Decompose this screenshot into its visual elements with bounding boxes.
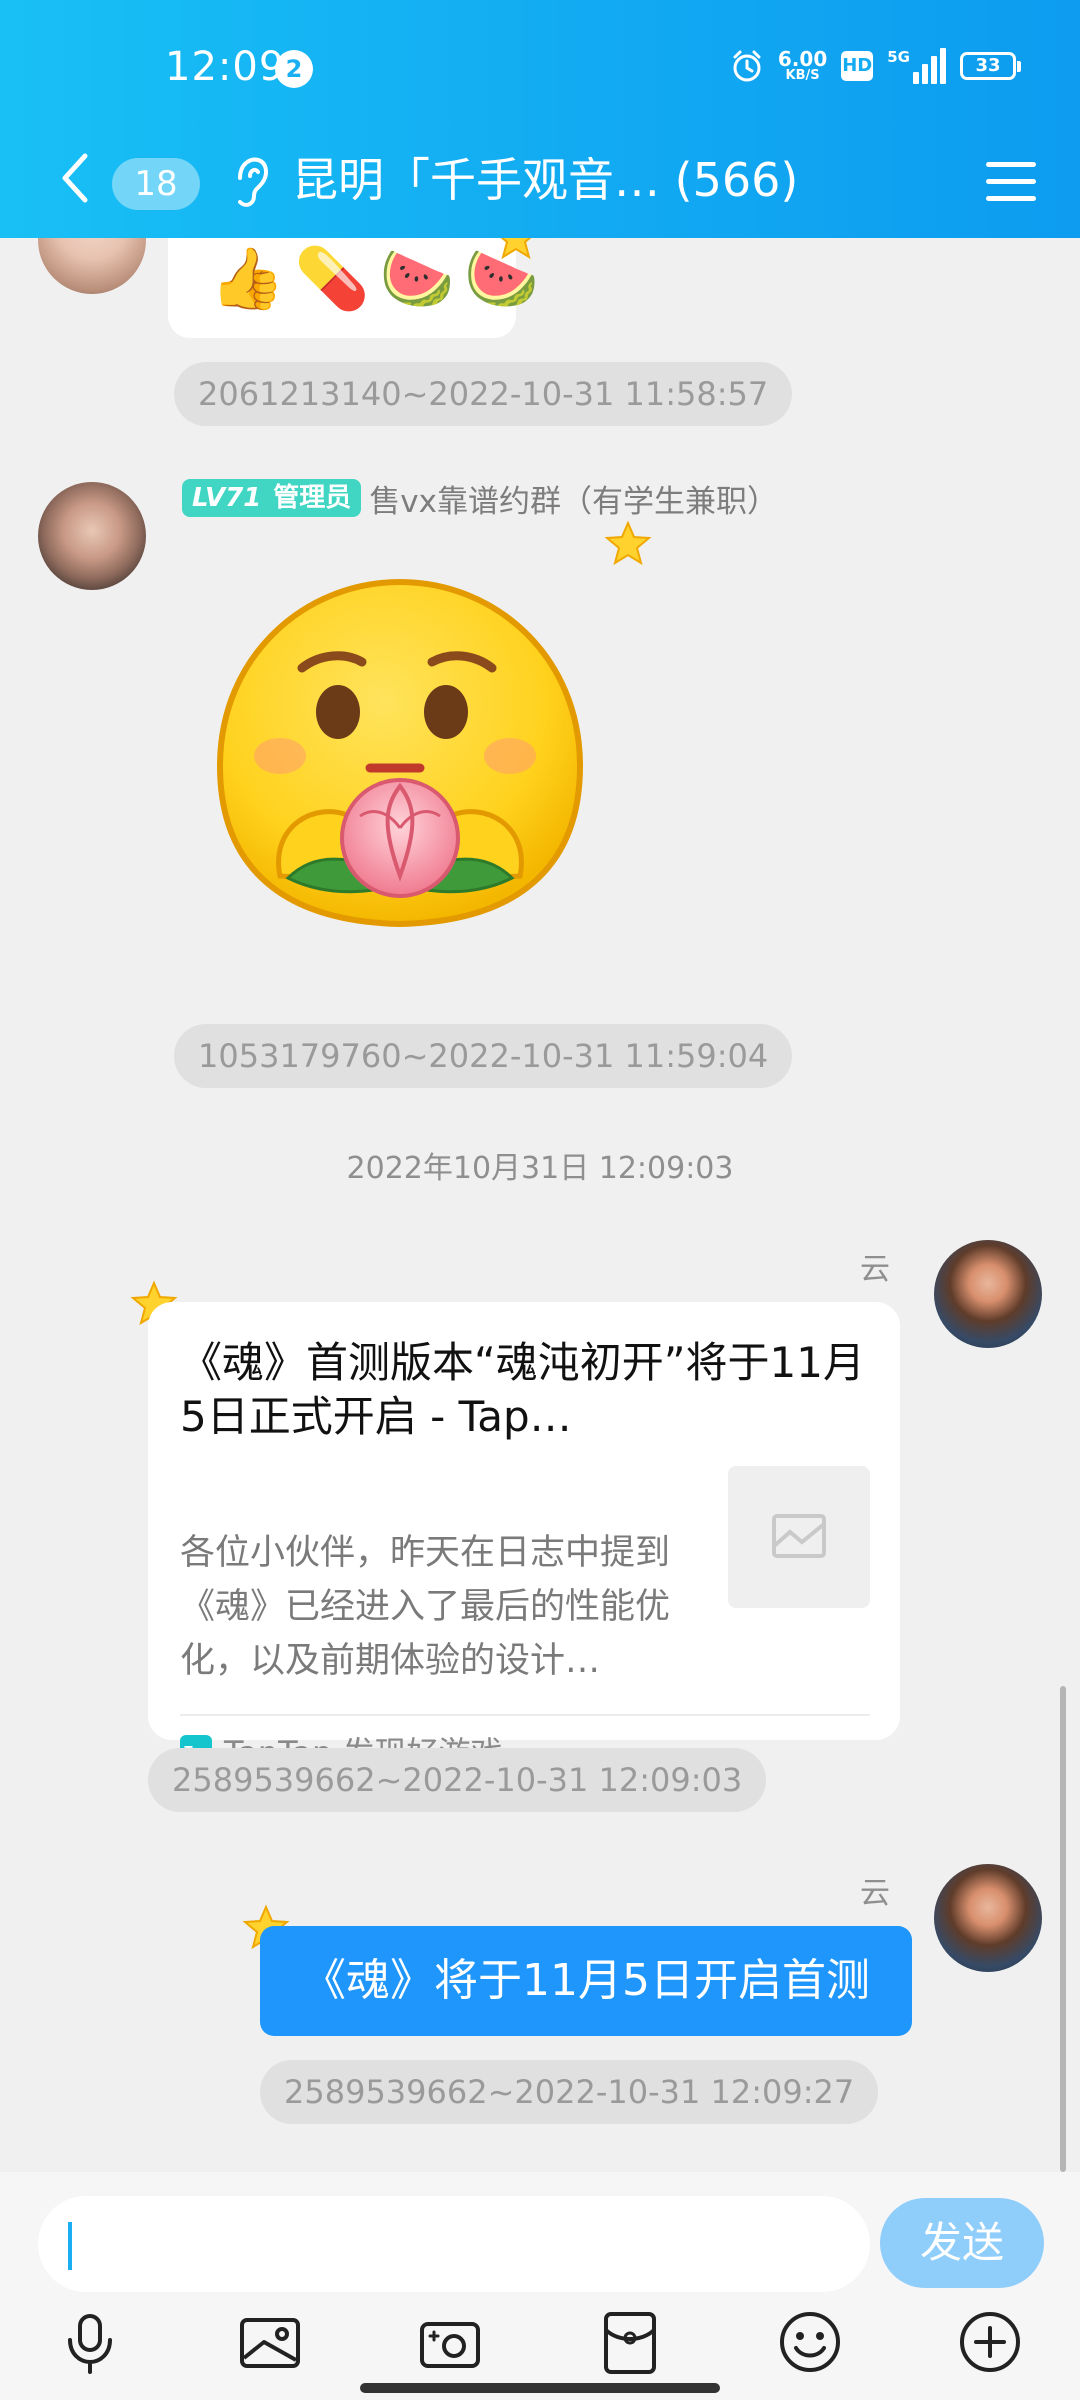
sender-info: LV71 管理员 售vx靠谱约群（有学生兼职） [182, 476, 778, 521]
message-bubble-emoji[interactable]: 👍 💊 🍉 🍉 [168, 238, 539, 338]
link-preview-card[interactable]: 《魂》首测版本“魂沌初开”将于11月5日正式开启 - Tap… 各位小伙伴，昨天… [148, 1302, 900, 1772]
chat-title[interactable]: 昆明「千手观音… (566) [292, 144, 798, 216]
plus-icon[interactable] [954, 2306, 1026, 2378]
network-speed: 6.00 KB/S [777, 47, 828, 83]
red-packet-icon[interactable] [594, 2306, 666, 2378]
battery-icon: 33 [960, 52, 1021, 80]
message-bubble-text[interactable]: 《魂》将于11月5日开启首测 [260, 1926, 912, 2036]
avatar[interactable] [934, 1864, 1042, 1972]
menu-icon[interactable] [982, 154, 1040, 210]
link-description: 各位小伙伴，昨天在日志中提到《魂》已经进入了最后的性能优化，以及前期体验的设计… [180, 1533, 671, 1681]
message-id-tag: 2061213140~2022-10-31 11:58:57 [174, 362, 793, 426]
unread-count-badge[interactable]: 18 [112, 158, 200, 210]
camera-icon[interactable] [414, 2306, 486, 2378]
avatar[interactable] [934, 1240, 1042, 1348]
date-divider: 2022年10月31日 12:09:03 [346, 1151, 734, 1186]
star-icon [500, 238, 532, 260]
cloud-label: 云 [860, 1252, 890, 1287]
alarm-icon [733, 50, 761, 82]
message-id-tag: 2589539662~2022-10-31 12:09:27 [260, 2060, 879, 2124]
text-cursor [68, 2222, 72, 2270]
praying-peach-emoji-sticker[interactable] [210, 576, 590, 936]
pill-emoji: 💊 [294, 244, 370, 314]
avatar[interactable] [38, 482, 146, 590]
notification-count-badge: 2 [275, 50, 313, 88]
send-button[interactable]: 发送 [880, 2198, 1044, 2288]
emoji-row: 👍 💊 🍉 🍉 [210, 244, 539, 314]
status-icons: 6.00 KB/S HD 5G 33 [730, 44, 1021, 88]
hd-icon: HD [841, 51, 874, 81]
avatar[interactable] [38, 238, 146, 294]
scrollbar[interactable] [1060, 1686, 1066, 2172]
ear-icon[interactable] [230, 150, 270, 216]
message-id-tag: 1053179760~2022-10-31 11:59:04 [174, 1024, 793, 1088]
header-bar: 12:09 2 6.00 KB/S HD 5G 33 18 昆明「千手观音… (… [0, 0, 1080, 238]
nav-bar: 18 昆明「千手观音… (566) [0, 130, 1080, 238]
divider [180, 1714, 870, 1716]
link-title: 《魂》首测版本“魂沌初开”将于11月5日正式开启 - Tap… [180, 1338, 865, 1441]
back-arrow-icon[interactable] [55, 148, 95, 208]
image-icon[interactable] [234, 2306, 306, 2378]
cloud-label: 云 [860, 1876, 890, 1911]
level-badge: LV71 管理员 [182, 479, 362, 517]
sender-name[interactable]: 售vx靠谱约群（有学生兼职） [369, 476, 778, 521]
status-time: 12:09 [165, 44, 286, 90]
thumbs-up-emoji: 👍 [210, 244, 285, 314]
network-type-label: 5G [887, 48, 910, 66]
signal-5g-icon: 5G [887, 48, 946, 84]
message-input[interactable] [38, 2196, 870, 2292]
input-toolbar [0, 2306, 1080, 2386]
home-indicator[interactable] [360, 2383, 720, 2393]
image-placeholder-icon [772, 1514, 826, 1558]
chat-message-list[interactable]: 👍 💊 🍉 🍉 2061213140~2022-10-31 11:58:57 L… [0, 238, 1080, 2172]
smiley-icon[interactable] [774, 2306, 846, 2378]
microphone-icon[interactable] [54, 2306, 126, 2378]
message-id-tag: 2589539662~2022-10-31 12:09:03 [148, 1748, 767, 1812]
watermelon-emoji: 🍉 [379, 244, 455, 314]
star-icon [604, 520, 652, 566]
status-bar: 12:09 2 6.00 KB/S HD 5G 33 [0, 0, 1080, 130]
link-thumbnail [728, 1466, 870, 1608]
